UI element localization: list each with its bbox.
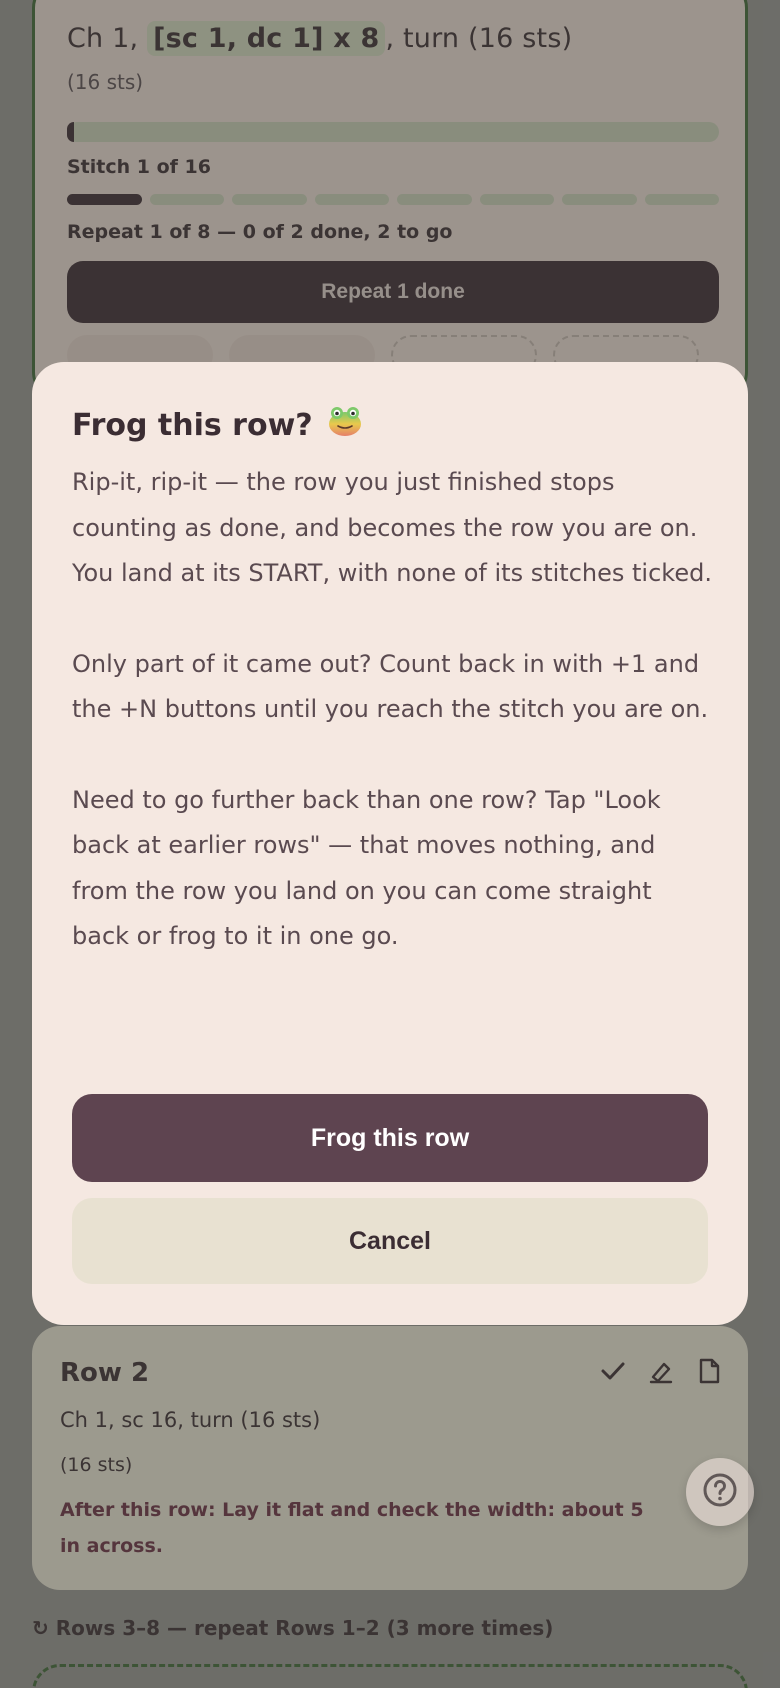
dialog-paragraph: Need to go further back than one row? Ta…: [72, 785, 661, 951]
frog-confirm-button[interactable]: Frog this row: [72, 1094, 708, 1182]
help-button[interactable]: [686, 1458, 754, 1526]
app-screen: Ch 1, [sc 1, dc 1] x 8, turn (16 sts) (1…: [0, 0, 780, 1688]
dialog-title-row: Frog this row?: [72, 404, 363, 446]
cancel-button[interactable]: Cancel: [72, 1198, 708, 1284]
frog-row-dialog: Frog this row? Rip-it, rip-it — the row …: [32, 362, 748, 1325]
dialog-body: Rip-it, rip-it — the row you just finish…: [72, 460, 712, 1005]
dialog-title: Frog this row?: [72, 407, 313, 443]
help-icon: [702, 1472, 738, 1512]
dialog-paragraph: Rip-it, rip-it — the row you just finish…: [72, 468, 712, 587]
frog-emoji-icon: [327, 404, 363, 446]
dialog-paragraph: Only part of it came out? Count back in …: [72, 649, 709, 724]
